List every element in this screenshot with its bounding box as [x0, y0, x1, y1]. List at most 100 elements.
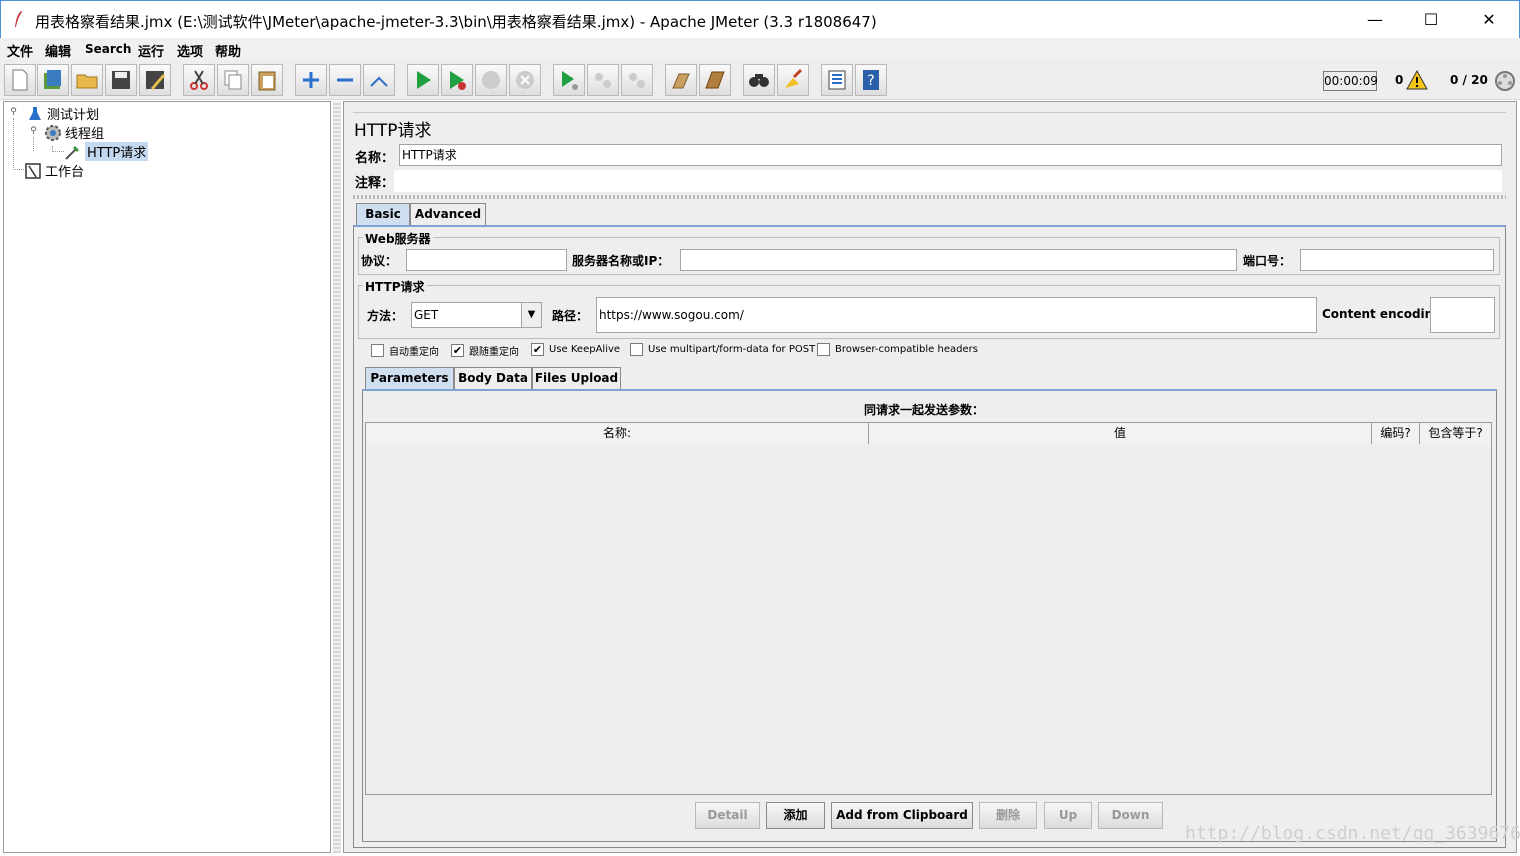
- checkbox-label: Browser-compatible headers: [835, 344, 978, 355]
- content-encoding-label: Content encoding:: [1322, 307, 1447, 321]
- tree-line: [52, 146, 64, 152]
- port-field[interactable]: [1300, 249, 1494, 271]
- new-icon[interactable]: [4, 64, 36, 96]
- remote-shutdown-icon[interactable]: [621, 64, 653, 96]
- watermark: http://blog.csdn.net/qq_36396763: [1185, 823, 1520, 844]
- up-button[interactable]: Up: [1044, 802, 1092, 829]
- column-name[interactable]: 名称:: [366, 423, 869, 444]
- collapse-icon[interactable]: [329, 64, 361, 96]
- checkbox-label: 跟随重定向: [469, 347, 519, 358]
- path-field[interactable]: https://www.sogou.com/: [596, 297, 1317, 333]
- checkbox-box: [817, 343, 830, 356]
- clear-all-icon[interactable]: [699, 64, 731, 96]
- close-button[interactable]: ✕: [1460, 1, 1518, 39]
- tree-node-workbench[interactable]: 工作台: [24, 161, 84, 180]
- window-title: 用表格察看结果.jmx (E:\测试软件\JMeter\apache-jmete…: [35, 13, 877, 31]
- search-icon[interactable]: [743, 64, 775, 96]
- method-select[interactable]: GET ▼: [411, 302, 542, 328]
- checkbox-box: [630, 343, 643, 356]
- chevron-down-icon[interactable]: ▼: [521, 303, 541, 327]
- tab-body-data[interactable]: Body Data: [454, 367, 532, 389]
- elapsed-timer: 00:00:09: [1323, 71, 1378, 91]
- pane-splitter[interactable]: [333, 101, 341, 853]
- comments-field[interactable]: [394, 170, 1502, 192]
- tree-line: [13, 118, 14, 170]
- open-icon[interactable]: [71, 64, 103, 96]
- save-icon[interactable]: [105, 64, 137, 96]
- checkbox-label: Use multipart/form-data for POST: [648, 344, 816, 355]
- tree-node-http-request[interactable]: HTTP请求: [64, 142, 149, 161]
- tab-basic[interactable]: Basic: [356, 203, 410, 225]
- clear-icon[interactable]: [665, 64, 697, 96]
- jmeter-feather-icon: [15, 11, 22, 27]
- templates-icon[interactable]: [37, 64, 69, 96]
- warning-icon[interactable]: [1406, 70, 1428, 90]
- table-header: 名称: 值 编码? 包含等于?: [366, 423, 1491, 444]
- tab-advanced[interactable]: Advanced: [410, 203, 486, 225]
- start-icon[interactable]: [407, 64, 439, 96]
- function-helper-icon[interactable]: [821, 64, 853, 96]
- menu-help[interactable]: 帮助: [215, 41, 241, 60]
- tree-label: 线程组: [65, 127, 105, 142]
- menu-search[interactable]: Search: [85, 42, 131, 56]
- menu-bar: 文件 编辑 Search 运行 选项 帮助: [0, 38, 1520, 60]
- reset-search-icon[interactable]: [777, 64, 809, 96]
- expand-icon[interactable]: [295, 64, 327, 96]
- tree-line: [13, 169, 24, 170]
- tree-node-thread-group[interactable]: 线程组: [44, 123, 104, 142]
- shutdown-icon[interactable]: [509, 64, 541, 96]
- menu-edit[interactable]: 编辑: [45, 41, 71, 60]
- protocol-field[interactable]: [406, 249, 567, 271]
- menu-file[interactable]: 文件: [7, 41, 33, 60]
- toggle-icon[interactable]: [363, 64, 395, 96]
- error-count: 0: [1395, 73, 1404, 87]
- tree-label: HTTP请求: [85, 142, 149, 161]
- name-field[interactable]: HTTP请求: [399, 144, 1502, 166]
- browser-headers-checkbox[interactable]: Browser-compatible headers: [817, 343, 978, 356]
- follow-redirects-checkbox[interactable]: ✔ 跟随重定向: [451, 343, 519, 358]
- help-icon[interactable]: ?: [855, 64, 887, 96]
- expand-toggle[interactable]: ⚲: [29, 127, 38, 136]
- copy-icon[interactable]: [217, 64, 249, 96]
- down-button[interactable]: Down: [1098, 802, 1163, 829]
- checkbox-box: ✔: [531, 343, 544, 356]
- expand-toggle[interactable]: ⚲: [9, 108, 18, 117]
- tree-node-test-plan[interactable]: 测试计划: [26, 104, 99, 123]
- split-divider[interactable]: [353, 195, 1506, 199]
- start-no-pauses-icon[interactable]: [441, 64, 473, 96]
- paste-icon[interactable]: [251, 64, 283, 96]
- menu-run[interactable]: 运行: [138, 41, 164, 60]
- detail-button[interactable]: Detail: [695, 802, 760, 829]
- cut-icon[interactable]: [183, 64, 215, 96]
- tree-label: 测试计划: [47, 108, 100, 123]
- minimize-button[interactable]: —: [1346, 1, 1404, 39]
- add-button[interactable]: 添加: [766, 802, 825, 829]
- redirect-auto-checkbox[interactable]: 自动重定向: [371, 343, 439, 358]
- add-from-clipboard-button[interactable]: Add from Clipboard: [831, 802, 973, 829]
- name-label: 名称：: [355, 151, 395, 166]
- stop-icon[interactable]: [475, 64, 507, 96]
- server-field[interactable]: [680, 249, 1237, 271]
- active-threads: 0 / 20: [1450, 73, 1488, 87]
- keepalive-checkbox[interactable]: ✔ Use KeepAlive: [531, 343, 620, 356]
- tree-line: [33, 137, 34, 151]
- status-globe-icon[interactable]: [1494, 70, 1516, 92]
- remote-start-icon[interactable]: [553, 64, 585, 96]
- test-plan-tree: ⚲ 测试计划 ⚲ 线程组 HTTP请求 工作台: [3, 101, 331, 853]
- remote-stop-icon[interactable]: [587, 64, 619, 96]
- delete-button[interactable]: 删除: [979, 802, 1037, 829]
- save-as-icon[interactable]: [139, 64, 171, 96]
- column-include-equals[interactable]: 包含等于?: [1420, 423, 1491, 444]
- column-value[interactable]: 值: [869, 423, 1372, 444]
- maximize-button[interactable]: ☐: [1402, 1, 1460, 39]
- tree-label: 工作台: [45, 165, 85, 180]
- column-encode[interactable]: 编码?: [1372, 423, 1420, 444]
- protocol-label: 协议：: [361, 254, 398, 268]
- checkbox-label: Use KeepAlive: [549, 344, 621, 355]
- tab-parameters[interactable]: Parameters: [365, 367, 454, 389]
- content-encoding-field[interactable]: [1430, 297, 1495, 333]
- multipart-checkbox[interactable]: Use multipart/form-data for POST: [630, 343, 815, 356]
- menu-options[interactable]: 选项: [177, 41, 203, 60]
- tab-files-upload[interactable]: Files Upload: [532, 367, 621, 389]
- flask-icon: [26, 105, 44, 123]
